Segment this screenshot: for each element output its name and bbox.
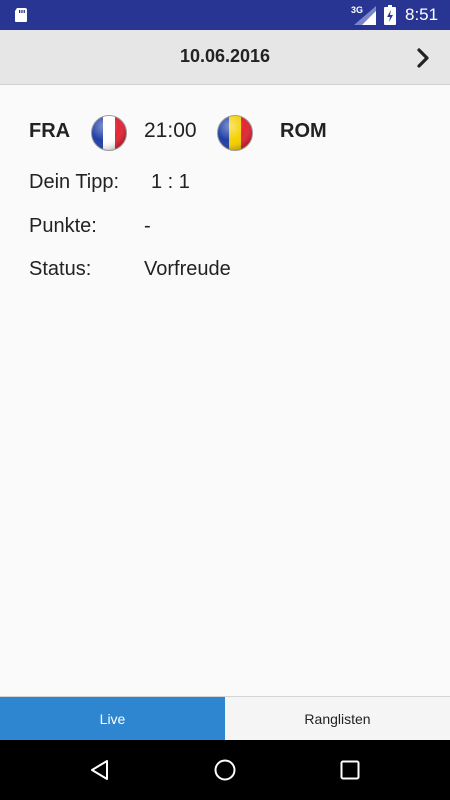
kickoff-time: 21:00 [144,119,197,142]
flag-france-icon [91,115,127,151]
home-team: FRA [29,120,71,142]
home-icon[interactable] [213,758,237,782]
signal-icon [354,6,376,25]
battery-charging-icon [384,5,396,25]
status-bar: 3G 8:51 [0,0,450,30]
chevron-right-icon[interactable] [410,45,436,71]
clock: 8:51 [405,5,439,24]
sd-card-icon [15,8,27,22]
away-team: ROM [280,120,327,142]
status-value: Vorfreude [144,258,231,280]
date-header: 10.06.2016 [0,30,450,85]
status-label: Status: [29,258,92,280]
recents-icon[interactable] [338,758,362,782]
system-nav-bar [0,740,450,800]
bottom-tab-bar: Live Ranglisten [0,696,450,740]
tip-label: Dein Tipp: [29,171,120,193]
tab-ranglisten[interactable]: Ranglisten [225,697,450,740]
tip-value: 1 : 1 [151,171,190,193]
page-title: 10.06.2016 [179,46,271,66]
tab-live[interactable]: Live [0,697,225,740]
flag-romania-icon [217,115,253,151]
points-label: Punkte: [29,215,97,237]
points-value: - [144,215,151,237]
back-icon[interactable] [88,758,112,782]
